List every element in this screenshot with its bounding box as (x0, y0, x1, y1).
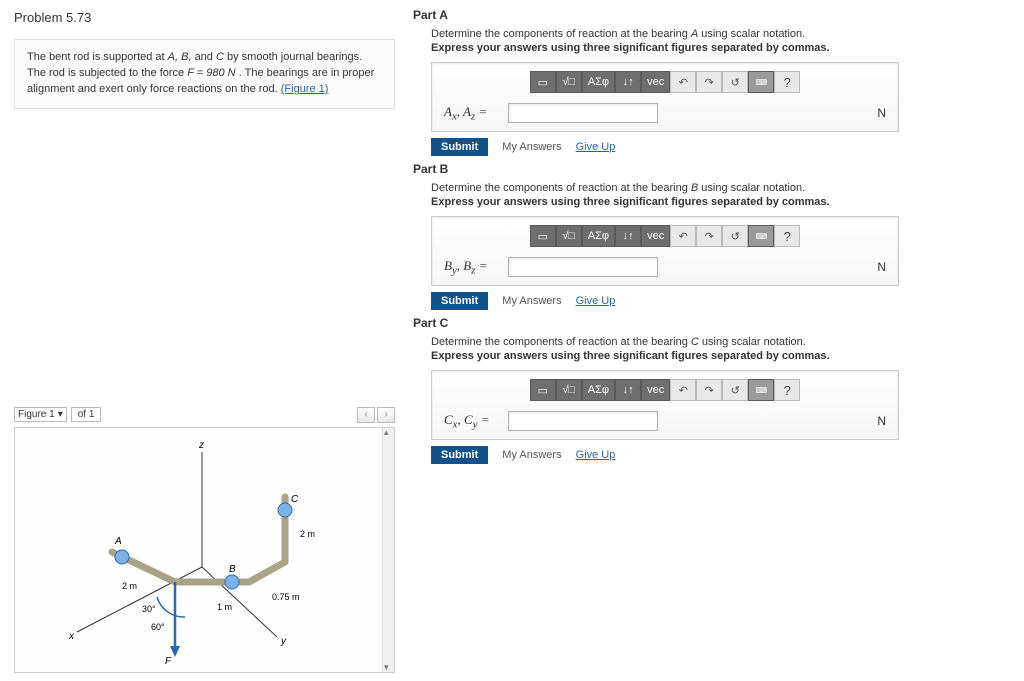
subscript-icon[interactable]: ↓↑ (615, 71, 641, 93)
figure-scrollbar[interactable] (382, 428, 394, 672)
problem-statement: The bent rod is supported at A, B, and C… (14, 39, 395, 109)
point-c: C (216, 51, 224, 63)
figure-next-button[interactable]: › (377, 407, 395, 423)
figure-select-label: Figure 1 (18, 409, 55, 420)
subscript-icon[interactable]: ↓↑ (615, 225, 641, 247)
svg-text:A: A (114, 536, 122, 547)
vec-icon[interactable]: vec (641, 71, 670, 93)
my-answers-link[interactable]: My Answers (502, 449, 561, 461)
svg-text:z: z (198, 440, 204, 451)
problem-number: Problem 5.73 (14, 10, 395, 25)
part-a-instr: Express your answers using three signifi… (431, 42, 1012, 54)
svg-text:2 m: 2 m (122, 581, 137, 591)
part-a-label: Ax, Az = (444, 104, 500, 123)
svg-text:1 m: 1 m (217, 602, 232, 612)
figure-diagram: z x y A B C F 2 m 2 m (27, 432, 367, 672)
my-answers-link[interactable]: My Answers (502, 141, 561, 153)
redo-icon[interactable]: ↷ (696, 71, 722, 93)
part-c-input[interactable] (508, 411, 658, 431)
svg-text:y: y (280, 636, 287, 647)
sqrt-icon[interactable]: √□ (556, 71, 582, 93)
part-b: Part B Determine the components of react… (413, 162, 1012, 310)
give-up-link[interactable]: Give Up (576, 449, 616, 461)
submit-button[interactable]: Submit (431, 446, 488, 464)
figure-prev-button[interactable]: ‹ (357, 407, 375, 423)
reset-icon[interactable]: ↺ (722, 225, 748, 247)
part-b-title: Part B (413, 162, 1012, 176)
part-b-label: By, Bz = (444, 258, 500, 277)
vec-icon[interactable]: vec (641, 225, 670, 247)
part-b-instr: Express your answers using three signifi… (431, 196, 1012, 208)
part-a-desc: Determine the components of reaction at … (431, 28, 1012, 40)
part-c-unit: N (877, 414, 886, 428)
part-b-toolbar: ▭ √□ ΑΣφ ↓↑ vec ↶ ↷ ↺ ⌨ ? (444, 225, 886, 247)
figure-select[interactable]: Figure 1 ▾ (14, 407, 67, 422)
help-icon[interactable]: ? (774, 71, 800, 93)
svg-text:0.75 m: 0.75 m (272, 592, 300, 602)
svg-text:B: B (229, 564, 236, 575)
part-b-answer-box: ▭ √□ ΑΣφ ↓↑ vec ↶ ↷ ↺ ⌨ ? By, Bz = (431, 216, 899, 286)
part-b-unit: N (877, 260, 886, 274)
keyboard-icon[interactable]: ⌨ (748, 379, 774, 401)
svg-text:F: F (165, 656, 172, 667)
part-a: Part A Determine the components of react… (413, 8, 1012, 156)
my-answers-link[interactable]: My Answers (502, 295, 561, 307)
redo-icon[interactable]: ↷ (696, 225, 722, 247)
figure-count: of 1 (71, 407, 102, 422)
undo-icon[interactable]: ↶ (670, 379, 696, 401)
submit-button[interactable]: Submit (431, 138, 488, 156)
part-c-label: Cx, Cy = (444, 412, 500, 431)
give-up-link[interactable]: Give Up (576, 295, 616, 307)
help-icon[interactable]: ? (774, 379, 800, 401)
template-icon[interactable]: ▭ (530, 379, 556, 401)
template-icon[interactable]: ▭ (530, 225, 556, 247)
part-c-title: Part C (413, 316, 1012, 330)
keyboard-icon[interactable]: ⌨ (748, 71, 774, 93)
part-a-unit: N (877, 106, 886, 120)
chevron-down-icon: ▾ (58, 409, 63, 420)
part-c-toolbar: ▭ √□ ΑΣφ ↓↑ vec ↶ ↷ ↺ ⌨ ? (444, 379, 886, 401)
greek-icon[interactable]: ΑΣφ (582, 225, 615, 247)
undo-icon[interactable]: ↶ (670, 71, 696, 93)
figure-link[interactable]: (Figure 1) (281, 83, 329, 95)
greek-icon[interactable]: ΑΣφ (582, 379, 615, 401)
svg-text:x: x (68, 631, 75, 642)
svg-text:2 m: 2 m (300, 529, 315, 539)
reset-icon[interactable]: ↺ (722, 71, 748, 93)
subscript-icon[interactable]: ↓↑ (615, 379, 641, 401)
part-a-answer-box: ▭ √□ ΑΣφ ↓↑ vec ↶ ↷ ↺ ⌨ ? Ax, Az = (431, 62, 899, 132)
part-c-desc: Determine the components of reaction at … (431, 336, 1012, 348)
part-c: Part C Determine the components of react… (413, 316, 1012, 464)
reset-icon[interactable]: ↺ (722, 379, 748, 401)
stmt-pre: The bent rod is supported at (27, 51, 168, 63)
svg-text:C: C (291, 494, 299, 505)
figure-panel: z x y A B C F 2 m 2 m (14, 427, 395, 673)
part-a-input[interactable] (508, 103, 658, 123)
svg-text:30°: 30° (142, 604, 156, 614)
svg-text:60°: 60° (151, 622, 165, 632)
points-ab: A, B, (168, 51, 192, 63)
part-c-answer-box: ▭ √□ ΑΣφ ↓↑ vec ↶ ↷ ↺ ⌨ ? Cx, Cy = (431, 370, 899, 440)
help-icon[interactable]: ? (774, 225, 800, 247)
greek-icon[interactable]: ΑΣφ (582, 71, 615, 93)
part-a-title: Part A (413, 8, 1012, 22)
part-c-instr: Express your answers using three signifi… (431, 350, 1012, 362)
sqrt-icon[interactable]: √□ (556, 225, 582, 247)
part-b-desc: Determine the components of reaction at … (431, 182, 1012, 194)
part-a-toolbar: ▭ √□ ΑΣφ ↓↑ vec ↶ ↷ ↺ ⌨ ? (444, 71, 886, 93)
redo-icon[interactable]: ↷ (696, 379, 722, 401)
undo-icon[interactable]: ↶ (670, 225, 696, 247)
figure-nav: Figure 1 ▾ of 1 ‹ › (14, 407, 395, 423)
keyboard-icon[interactable]: ⌨ (748, 225, 774, 247)
force-value: F = 980 N (187, 67, 235, 79)
vec-icon[interactable]: vec (641, 379, 670, 401)
sqrt-icon[interactable]: √□ (556, 379, 582, 401)
part-b-input[interactable] (508, 257, 658, 277)
submit-button[interactable]: Submit (431, 292, 488, 310)
template-icon[interactable]: ▭ (530, 71, 556, 93)
give-up-link[interactable]: Give Up (576, 141, 616, 153)
stmt-and: and (195, 51, 216, 63)
